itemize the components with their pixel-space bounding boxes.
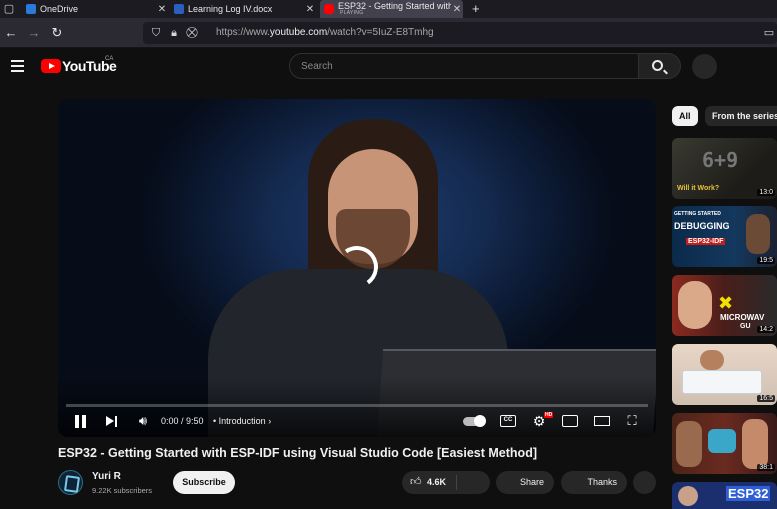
fullscreen-icon[interactable]: ⛶ bbox=[624, 413, 640, 429]
pause-button[interactable] bbox=[75, 415, 87, 428]
browser-tab-strip: ▢ OneDrive ✕ Learning Log IV.docx ✕ ESP3… bbox=[0, 0, 777, 18]
subscriber-count: 9.22K subscribers bbox=[92, 486, 153, 495]
related-thumbnail[interactable]: ESP32 bbox=[672, 482, 777, 509]
forward-icon[interactable]: → bbox=[26, 24, 42, 42]
related-thumbnail[interactable]: ✖ MICROWAV GU 14:2 bbox=[672, 275, 777, 336]
close-icon[interactable]: ✕ bbox=[156, 4, 168, 15]
back-icon[interactable]: ← bbox=[3, 24, 19, 42]
url-text[interactable]: https://www.youtube.com/watch?v=5IuZ-E8T… bbox=[216, 27, 434, 38]
thanks-button[interactable]: Thanks bbox=[561, 471, 627, 494]
theater-mode-icon[interactable] bbox=[594, 416, 610, 426]
video-duration: 16:5 bbox=[757, 395, 775, 402]
video-duration: 38:1 bbox=[757, 464, 775, 471]
related-thumbnail[interactable]: 16:5 bbox=[672, 344, 777, 405]
search-button[interactable] bbox=[639, 53, 681, 79]
close-icon[interactable]: ✕ bbox=[304, 4, 316, 15]
tab-youtube-active[interactable]: ESP32 - Getting Started with E PLAYING ✕ bbox=[320, 0, 463, 18]
miniplayer-icon[interactable] bbox=[562, 415, 578, 427]
tab-onedrive[interactable]: OneDrive ✕ bbox=[22, 0, 168, 18]
like-divider bbox=[456, 475, 457, 490]
channel-name[interactable]: Yuri R bbox=[92, 471, 121, 482]
keyboard-image bbox=[682, 370, 762, 394]
like-count: 4.6K bbox=[427, 477, 447, 487]
video-duration: 14:2 bbox=[757, 326, 775, 333]
new-tab-button[interactable]: + bbox=[472, 1, 480, 16]
account-avatar[interactable] bbox=[692, 54, 717, 79]
address-bar[interactable]: ⛉ 🔒︎ ⛒ https://www.youtube.com/watch?v=5… bbox=[143, 22, 777, 44]
more-actions-button[interactable] bbox=[633, 471, 656, 494]
related-thumbnail[interactable]: 38:1 bbox=[672, 413, 777, 474]
video-title: ESP32 - Getting Started with ESP-IDF usi… bbox=[58, 446, 537, 460]
time-display: 0:00 / 9:50 bbox=[161, 416, 204, 426]
menu-icon[interactable] bbox=[11, 60, 24, 72]
channel-avatar[interactable] bbox=[58, 470, 83, 495]
youtube-favicon-icon bbox=[324, 4, 334, 14]
like-button[interactable]: 👍︎ 4.6K bbox=[402, 471, 490, 494]
share-button[interactable]: Share bbox=[496, 471, 554, 494]
thumbs-up-icon: 👍︎ bbox=[410, 476, 422, 488]
video-duration: 19:5 bbox=[757, 257, 775, 264]
search-icon bbox=[652, 60, 663, 71]
chip-all[interactable]: All bbox=[672, 106, 698, 126]
screenshot-icon[interactable]: ▭ bbox=[762, 24, 776, 42]
volume-icon[interactable]: 🔊︎ bbox=[134, 413, 152, 429]
onedrive-icon bbox=[26, 4, 36, 14]
next-button[interactable] bbox=[106, 416, 118, 427]
related-thumbnail[interactable]: 6+9 Will it Work? 13:0 bbox=[672, 138, 777, 199]
video-player[interactable]: 🔊︎ 0:00 / 9:50 • Introduction › CC ⚙ HD … bbox=[58, 99, 656, 437]
chip-from-the-series[interactable]: From the series bbox=[705, 106, 777, 126]
subtitles-button[interactable]: CC bbox=[500, 415, 516, 427]
lock-icon[interactable]: 🔒︎ bbox=[167, 24, 181, 42]
search-input[interactable]: Search bbox=[289, 53, 639, 79]
video-duration: 13:0 bbox=[757, 189, 775, 196]
subscribe-button[interactable]: Subscribe bbox=[173, 471, 235, 494]
close-icon[interactable]: ✕ bbox=[451, 4, 463, 15]
related-thumbnail[interactable]: GETTING STARTED DEBUGGING ESP32-IDF 19:5 bbox=[672, 206, 777, 267]
autoplay-toggle[interactable] bbox=[463, 415, 486, 427]
region-code: CA bbox=[105, 56, 114, 62]
reload-icon[interactable]: ↻ bbox=[49, 24, 65, 42]
rotary-phone-image bbox=[708, 429, 736, 453]
tab-learning-log[interactable]: Learning Log IV.docx ✕ bbox=[170, 0, 316, 18]
word-icon bbox=[174, 4, 184, 14]
chapter-button[interactable]: • Introduction › bbox=[213, 416, 271, 426]
youtube-masthead: YouTube CA Search bbox=[0, 48, 777, 88]
hd-badge: HD bbox=[544, 412, 554, 418]
browser-nav-bar: ← → ↻ ⛉ 🔒︎ ⛒ https://www.youtube.com/wat… bbox=[0, 18, 777, 48]
permissions-icon[interactable]: ⛒ bbox=[185, 24, 199, 42]
shield-icon[interactable]: ⛉ bbox=[149, 24, 163, 42]
youtube-logo-icon[interactable] bbox=[41, 59, 61, 73]
tab-list-icon[interactable]: ▢ bbox=[2, 2, 16, 16]
progress-bar[interactable] bbox=[66, 404, 648, 407]
